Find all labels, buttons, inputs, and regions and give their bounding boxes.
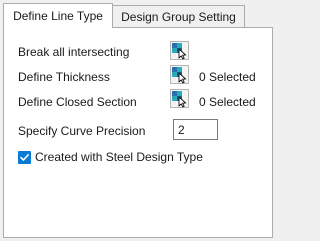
- define-line-type-dialog: Define Line Type Design Group Setting Br…: [0, 0, 276, 241]
- curve-precision-label: Specify Curve Precision: [18, 124, 146, 138]
- define-thickness-label: Define Thickness: [18, 70, 110, 84]
- checkmark-icon: [20, 154, 29, 161]
- tab-design-group-setting[interactable]: Design Group Setting: [113, 5, 245, 27]
- closed-section-selected-count: 0 Selected: [199, 95, 256, 109]
- steel-design-checkbox[interactable]: [18, 151, 31, 164]
- thickness-selected-count: 0 Selected: [199, 70, 256, 84]
- steel-design-label[interactable]: Created with Steel Design Type: [35, 150, 203, 164]
- tab-define-line-type[interactable]: Define Line Type: [3, 3, 113, 28]
- tab-define-line-type-label: Define Line Type: [13, 9, 103, 23]
- tab-panel: Break all intersecting Define Thickness …: [3, 27, 273, 238]
- define-closed-section-label: Define Closed Section: [18, 95, 137, 109]
- break-all-pick-icon[interactable]: [170, 41, 189, 60]
- break-all-label: Break all intersecting: [18, 45, 130, 59]
- define-closed-section-pick-icon[interactable]: [170, 89, 189, 108]
- define-thickness-pick-icon[interactable]: [170, 65, 189, 84]
- tab-design-group-setting-label: Design Group Setting: [121, 9, 236, 24]
- curve-precision-input[interactable]: [173, 119, 218, 140]
